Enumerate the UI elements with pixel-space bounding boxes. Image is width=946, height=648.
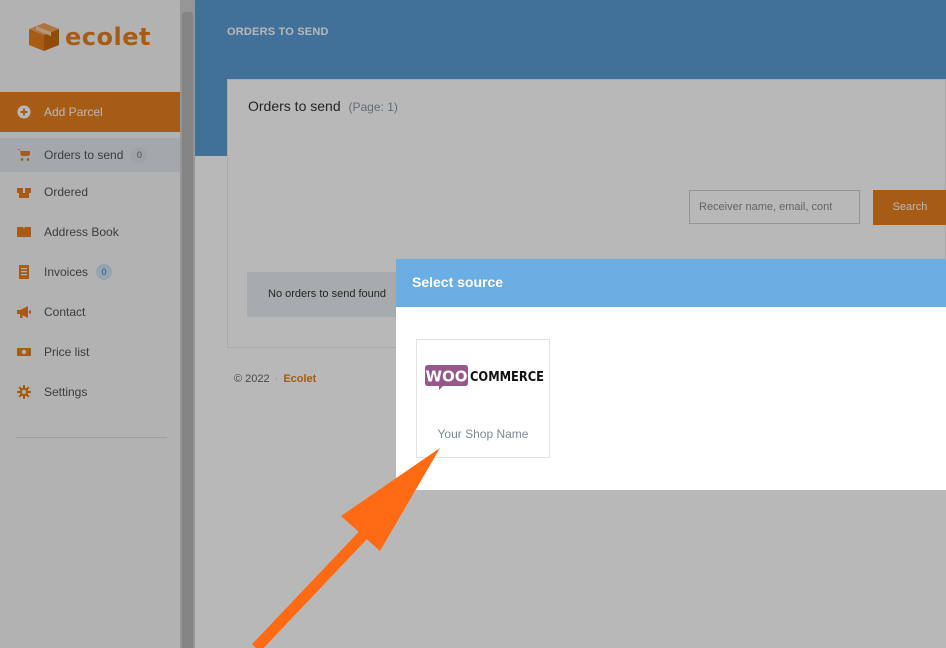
modal-header: Select source: [396, 259, 946, 307]
select-source-modal: Select source WOO COMMERCE Your Shop Nam…: [396, 259, 946, 490]
woocommerce-logo: WOO COMMERCE: [425, 365, 544, 390]
source-card-woocommerce[interactable]: WOO COMMERCE Your Shop Name: [416, 339, 550, 458]
shop-name: Your Shop Name: [437, 427, 529, 441]
woo-logo-text: WOO: [425, 368, 467, 386]
modal-title: Select source: [412, 274, 504, 290]
commerce-logo-text: COMMERCE: [470, 370, 544, 385]
